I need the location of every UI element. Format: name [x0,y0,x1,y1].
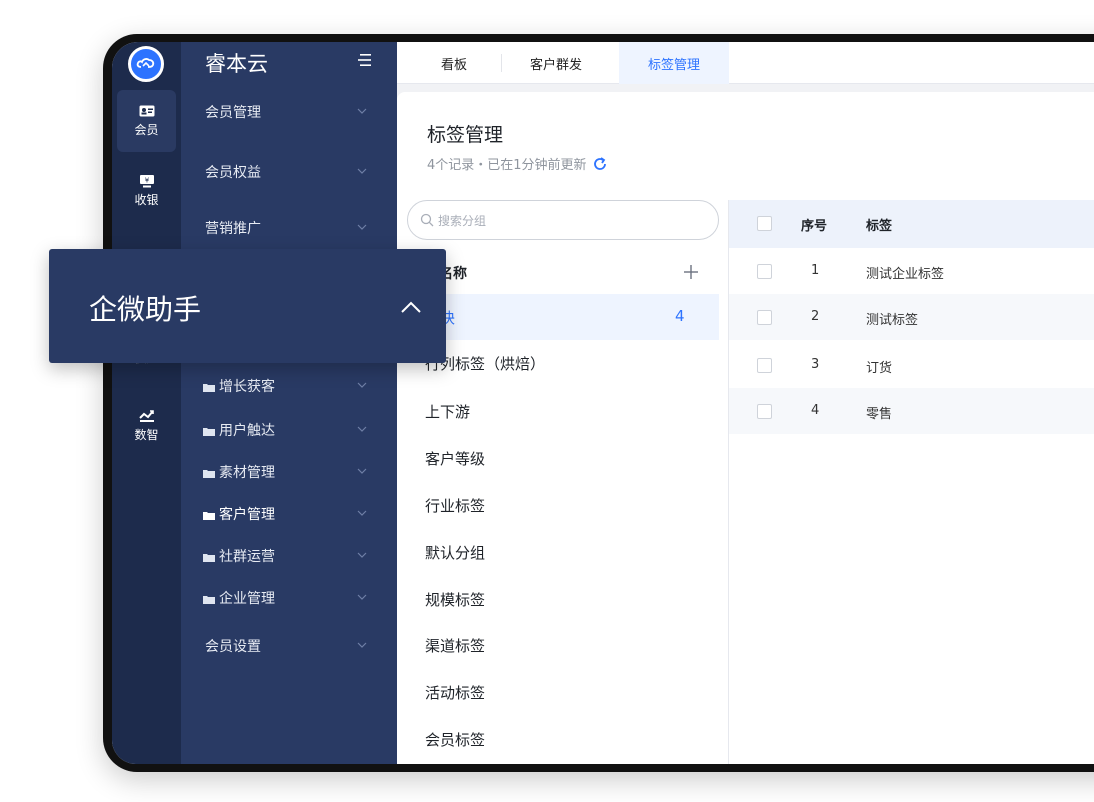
group-item[interactable]: 渠道标签 [407,622,719,668]
chevron-down-icon [357,382,367,388]
cashier-icon: ¥ [138,174,156,188]
row-checkbox[interactable] [757,264,772,279]
tab-tag-management[interactable]: 标签管理 [619,42,729,84]
row-tag: 零售 [866,407,893,422]
group-item[interactable]: 客户等级 [407,435,719,481]
popout-title: 企微助手 [89,293,202,326]
submenu-item-enterprise[interactable]: 企业管理 [181,578,397,618]
row-tag: 测试企业标签 [866,267,945,282]
page-title: 标签管理 [427,124,504,146]
menu-popout-qiwei[interactable]: 企微助手 [49,249,446,363]
row-checkbox[interactable] [757,404,772,419]
chevron-down-icon [357,224,367,230]
rail-item-label: 数智 [134,428,159,442]
select-all-checkbox[interactable] [757,216,772,231]
folder-icon [203,512,215,520]
menu-item-member-rights[interactable]: 会员权益 [181,152,397,192]
chevron-down-icon [357,642,367,648]
chevron-down-icon [357,426,367,432]
data-chart-icon [138,409,156,423]
folder-icon [203,384,215,392]
add-group-icon[interactable] [683,264,699,280]
group-item[interactable]: 会员标签 [407,716,719,762]
tag-table: 序号 标签 1 测试企业标签 2 测试标签 3 订货 4 零售 [729,200,1094,764]
row-index: 2 [811,309,820,324]
rail-item-member[interactable]: 会员 [117,90,176,152]
svg-text:¥: ¥ [144,176,149,184]
chevron-down-icon [357,108,367,114]
group-item[interactable]: 上下游 [407,388,719,434]
submenu-item-reach[interactable]: 用户触达 [181,410,397,450]
folder-icon [203,470,215,478]
table-row[interactable]: 3 订货 [729,342,1094,388]
submenu-item-customer[interactable]: 客户管理 [181,494,397,534]
chevron-down-icon [357,594,367,600]
menu-collapse-icon[interactable] [357,52,373,68]
chevron-down-icon [357,552,367,558]
submenu-item-material[interactable]: 素材管理 [181,452,397,492]
table-row[interactable]: 4 零售 [729,388,1094,434]
row-index: 3 [811,357,820,372]
rail-item-data[interactable]: 数智 [117,400,176,452]
group-list: 搜索分组 组名称 板块 4 行列标签（烘焙） 上下游 客户等级 行业标签 默认分… [407,200,729,764]
folder-icon [203,428,215,436]
brand-name: 睿本云 [205,52,268,76]
column-header-tag: 标签 [866,219,893,234]
search-icon [420,213,434,227]
tab-customer-broadcast[interactable]: 客户群发 [509,42,603,84]
tab-bar: 看板 客户群发 标签管理 [397,42,1094,84]
table-row[interactable]: 2 测试标签 [729,294,1094,340]
sidebar-menu: 睿本云 会员管理 会员权益 营销推广 增长获客 用户触达 素材管理 客户管理 社… [181,42,397,764]
group-count: 4 [675,307,685,325]
chevron-up-icon[interactable] [400,300,422,314]
content-panel: 标签管理 4个记录・已在1分钟前更新 搜索分组 组名称 板块 4 行列标签（烘焙… [397,92,1094,764]
chevron-down-icon [357,468,367,474]
rail-item-label: 会员 [134,123,159,137]
row-index: 4 [811,403,820,418]
group-item[interactable]: 规模标签 [407,576,719,622]
record-status: 4个记录・已在1分钟前更新 [427,154,608,173]
app-logo-icon[interactable] [128,46,164,82]
group-item[interactable]: 行业标签 [407,482,719,528]
menu-item-member-settings[interactable]: 会员设置 [181,626,397,666]
refresh-icon[interactable] [592,156,608,172]
tab-divider [501,54,502,72]
icon-rail: 会员 ¥ 收银 供应 数智 [112,42,181,764]
group-item[interactable]: 活动标签 [407,669,719,715]
member-card-icon [138,104,156,118]
chevron-down-icon [357,168,367,174]
row-checkbox[interactable] [757,310,772,325]
menu-item-marketing[interactable]: 营销推广 [181,208,397,248]
group-item-active[interactable]: 板块 4 [407,294,719,340]
submenu-item-growth[interactable]: 增长获客 [181,366,397,406]
folder-icon [203,596,215,604]
submenu-item-community[interactable]: 社群运营 [181,536,397,576]
tab-dashboard[interactable]: 看板 [419,42,489,84]
app-screen: 会员 ¥ 收银 供应 数智 睿本云 会员管理 会员权益 [112,42,1094,764]
menu-item-member-manage[interactable]: 会员管理 [181,92,397,132]
group-item[interactable]: 行列标签（烘焙） [407,340,719,386]
table-header: 序号 标签 [729,200,1094,248]
chevron-down-icon [357,510,367,516]
group-list-header: 组名称 [407,250,719,294]
row-index: 1 [811,263,820,278]
group-search-input[interactable]: 搜索分组 [407,200,719,240]
record-status-text: 4个记录・已在1分钟前更新 [427,158,587,173]
table-row[interactable]: 1 测试企业标签 [729,248,1094,294]
rail-item-cashier[interactable]: ¥ 收银 [117,166,176,216]
column-header-index: 序号 [801,219,828,234]
rail-item-label: 收银 [134,193,159,207]
folder-icon [203,554,215,562]
row-tag: 测试标签 [866,313,919,328]
group-item[interactable]: 默认分组 [407,529,719,575]
row-tag: 订货 [866,361,893,376]
search-placeholder: 搜索分组 [438,213,487,228]
row-checkbox[interactable] [757,358,772,373]
